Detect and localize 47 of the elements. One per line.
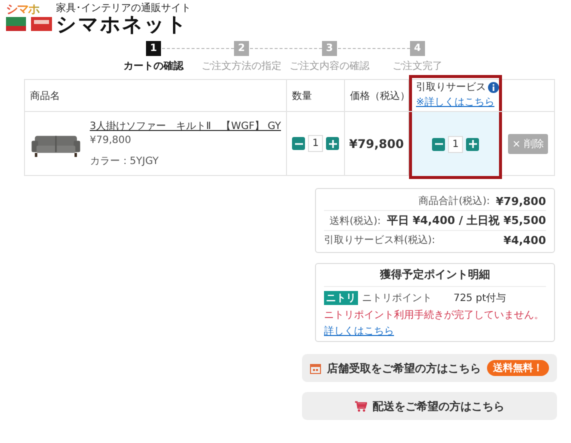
step-number: 2 [234, 41, 249, 56]
step-number: 1 [146, 41, 161, 56]
points-value: 725 pt付与 [453, 292, 506, 305]
summary-label: 引取りサービス料(税込): [324, 234, 436, 247]
site-tagline: 家具･インテリアの通販サイト [56, 3, 191, 14]
summary-value: 平日 ¥4,400 / 土日祝 ¥5,500 [386, 213, 546, 228]
step-number: 3 [322, 41, 337, 56]
step-number: 4 [410, 41, 425, 56]
summary-value: ¥4,400 [504, 234, 546, 246]
product-name-link[interactable]: 3人掛けソファー キルトⅡ 【WGF】 GY [90, 119, 281, 133]
site-logo[interactable]: シマホネット [56, 14, 191, 35]
quantity-field[interactable]: 1 [448, 136, 463, 152]
step-label: ご注文完了 [392, 60, 442, 73]
quantity-field[interactable]: 1 [308, 135, 323, 152]
info-icon[interactable] [488, 82, 499, 92]
points-notice: ニトリポイント利用手続きが完了していません。 [324, 308, 544, 322]
step-label: ご注文方法の指定 [202, 60, 282, 73]
increase-button[interactable] [466, 138, 479, 150]
unit-price: ¥79,800 [90, 135, 132, 146]
minus-icon [434, 140, 442, 148]
store-logos-icon [6, 17, 52, 31]
column-header: 数量 [292, 90, 312, 102]
summary-label: 商品合計(税込): [418, 194, 490, 208]
points-title: 獲得予定ポイント明細 [324, 267, 546, 287]
points-label: ニトリポイント [362, 292, 432, 305]
item-price: ¥79,800 [349, 136, 404, 150]
summary-value: ¥79,800 [496, 194, 546, 208]
cart-icon [354, 400, 366, 412]
product-color: カラー：5YJGY [90, 155, 160, 168]
summary-label: 送料(税込): [330, 214, 381, 228]
delivery-option-button[interactable]: 店舗受取をご希望の方はこちら 送料無料！ [302, 354, 557, 382]
decrease-button[interactable] [292, 137, 305, 150]
column-header: 商品名 [30, 90, 60, 102]
free-shipping-badge: 送料無料！ [487, 360, 549, 376]
step-label: カートの確認 [124, 60, 184, 73]
column-header: 価格（税込） [350, 90, 410, 102]
calendar-icon [310, 362, 321, 374]
points-badge: ニトリ [324, 291, 358, 305]
increase-button[interactable] [326, 137, 339, 150]
step-label: ご注文内容の確認 [290, 60, 370, 73]
details-link[interactable]: ※詳しくはこちら [416, 95, 494, 109]
plus-icon [328, 140, 336, 148]
plus-icon [468, 140, 476, 148]
decrease-button[interactable] [432, 138, 445, 150]
details-link[interactable]: 詳しくはこちら [324, 324, 394, 338]
delivery-option-button[interactable]: 配送をご希望の方はこちら [302, 392, 557, 420]
column-header: 引取りサービス [416, 81, 486, 94]
